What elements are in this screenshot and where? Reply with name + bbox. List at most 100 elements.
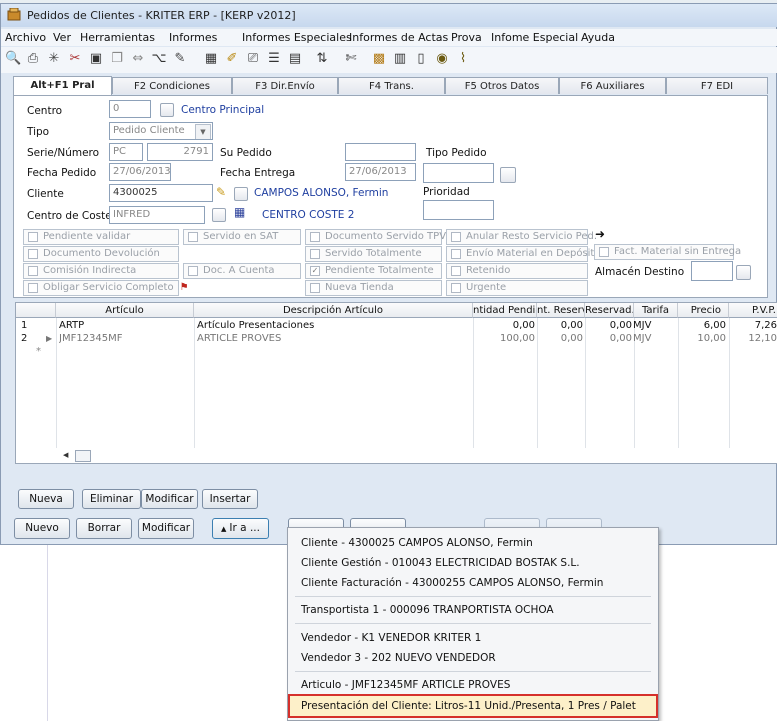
cell-descripcion[interactable]: ARTICLE PROVES: [197, 332, 467, 345]
menu-infome-especial[interactable]: Infome Especial: [491, 31, 578, 44]
checkbox-nueva-tienda[interactable]: Nueva Tienda: [305, 280, 442, 296]
cliente-lookup-button[interactable]: [234, 187, 248, 201]
popup-item-vendedor[interactable]: Vendedor - K1 VENEDOR KRITER 1: [301, 632, 481, 644]
checkbox-box[interactable]: [310, 249, 320, 259]
checkbox-pendiente-validar[interactable]: Pendiente validar: [23, 229, 179, 245]
cell-reserva[interactable]: 0,00: [537, 319, 583, 332]
table-row[interactable]: 1 ARTP Artículo Presentaciones 0,00 0,00…: [16, 319, 777, 332]
checkbox-documento-devolucion[interactable]: Documento Devolución: [23, 246, 179, 262]
copy-icon[interactable]: ❐: [109, 51, 125, 67]
modificar-button[interactable]: Modificar: [138, 518, 194, 539]
prioridad-field[interactable]: [423, 200, 494, 220]
popup-item-cliente[interactable]: Cliente - 4300025 CAMPOS ALONSO, Fermin: [301, 537, 533, 549]
grid-header-pvp[interactable]: P.V.P.: [729, 303, 777, 318]
checkbox-retenido[interactable]: Retenido: [446, 263, 588, 279]
checkbox-obligar-servicio[interactable]: Obligar Servicio Completo ⚑: [23, 280, 189, 296]
popup-item-articulo[interactable]: Articulo - JMF12345MF ARTICLE PROVES: [301, 679, 510, 691]
centro-lookup-button[interactable]: [160, 103, 174, 117]
checkbox-box[interactable]: [599, 247, 609, 257]
cell-pvp[interactable]: 7,26: [729, 319, 777, 332]
checkbox-box[interactable]: [451, 266, 461, 276]
tab-pral[interactable]: Alt+F1 Pral: [13, 76, 112, 95]
centro-link[interactable]: Centro Principal: [181, 104, 264, 116]
checkbox-box[interactable]: [310, 232, 320, 242]
checkbox-box[interactable]: [28, 249, 38, 259]
checkbox-pendiente-totalmente[interactable]: ✓ Pendiente Totalmente: [305, 263, 442, 279]
menu-ayuda[interactable]: Ayuda: [581, 31, 615, 44]
serie-field[interactable]: PC: [109, 143, 143, 161]
menu-herramientas[interactable]: Herramientas: [80, 31, 155, 44]
sort-icon[interactable]: ⇅: [314, 51, 330, 67]
pencil-icon[interactable]: ✎: [216, 185, 226, 199]
checkbox-box[interactable]: [451, 283, 461, 293]
cell-cantidad[interactable]: 0,00: [473, 319, 535, 332]
grid-header-cantidad[interactable]: ntidad Pendie: [473, 303, 537, 318]
grid-header-reservad[interactable]: Reservad.: [585, 303, 634, 318]
tipopedido-lookup-button[interactable]: [500, 167, 516, 183]
menu-informes[interactable]: Informes: [169, 31, 217, 44]
cell-reservad[interactable]: 0,00: [585, 332, 632, 345]
centro-field[interactable]: 0: [109, 100, 151, 118]
checkbox-box[interactable]: [28, 266, 38, 276]
checkbox-box[interactable]: [310, 283, 320, 293]
cliente-field[interactable]: 4300025: [109, 184, 213, 202]
menu-informes-especiales[interactable]: Informes Especiales: [242, 31, 352, 44]
cell-descripcion[interactable]: Artículo Presentaciones: [197, 319, 467, 332]
cell-reserva[interactable]: 0,00: [537, 332, 583, 345]
supedido-field[interactable]: [345, 143, 416, 161]
grid-header-articulo[interactable]: Artículo: [56, 303, 194, 318]
report-icon[interactable]: ▤: [287, 51, 303, 67]
app-icon[interactable]: ▩: [371, 51, 387, 67]
table-row[interactable]: 2 ▶ JMF12345MF ARTICLE PROVES 100,00 0,0…: [16, 332, 777, 345]
tools-icon[interactable]: ✂: [67, 51, 83, 67]
cell-pvp[interactable]: 12,10: [729, 332, 777, 345]
cell-tarifa[interactable]: MJV: [633, 319, 677, 332]
printer-icon[interactable]: ⎚: [245, 51, 261, 67]
checkbox-box[interactable]: [451, 249, 461, 259]
attach-icon[interactable]: ⌇: [455, 51, 471, 67]
checkbox-servido-totalmente[interactable]: Servido Totalmente: [305, 246, 442, 262]
coins-icon[interactable]: ◉: [434, 51, 450, 67]
checkbox-box[interactable]: [188, 266, 198, 276]
coste-lookup-button[interactable]: [212, 208, 226, 222]
checkbox-box[interactable]: [188, 232, 198, 242]
menu-ver[interactable]: Ver: [53, 31, 71, 44]
new-row-marker[interactable]: *: [36, 345, 50, 358]
checkbox-comision-indirecta[interactable]: Comisión Indirecta: [23, 263, 179, 279]
eliminar-line-button[interactable]: Eliminar: [82, 489, 141, 509]
popup-item-cliente-facturacion[interactable]: Cliente Facturación - 43000255 CAMPOS AL…: [301, 577, 603, 589]
checkbox-box[interactable]: [28, 232, 38, 242]
grid-header-reserva[interactable]: nt. Reserva: [537, 303, 585, 318]
tipopedido-field[interactable]: [423, 163, 494, 183]
grid-header-tarifa[interactable]: Tarifa: [634, 303, 678, 318]
insertar-line-button[interactable]: Insertar: [202, 489, 258, 509]
popup-item-cliente-gestion[interactable]: Cliente Gestión - 010043 ELECTRICIDAD BO…: [301, 557, 580, 569]
tab-condiciones[interactable]: F2 Condiciones: [112, 77, 232, 94]
checkbox-servido-sat[interactable]: Servido en SAT: [183, 229, 301, 245]
grid-icon[interactable]: ▦: [203, 51, 219, 67]
cell-precio[interactable]: 6,00: [678, 319, 726, 332]
cell-precio[interactable]: 10,00: [678, 332, 726, 345]
popup-item-vendedor3[interactable]: Vendedor 3 - 202 NUEVO VENDEDOR: [301, 652, 496, 664]
cell-articulo[interactable]: ARTP: [59, 319, 189, 332]
cell-reservad[interactable]: 0,00: [585, 319, 632, 332]
chevron-down-icon[interactable]: ▼: [195, 124, 211, 139]
checkbox-envio-material[interactable]: Envío Material en Depósito: [446, 246, 600, 262]
page-icon[interactable]: ▥: [392, 51, 408, 67]
coste-link[interactable]: CENTRO COSTE 2: [262, 209, 354, 221]
cut-icon[interactable]: ✄: [343, 51, 359, 67]
ir-a-button[interactable]: ▲ Ir a ...: [212, 518, 269, 539]
calendar-icon[interactable]: ▦: [234, 205, 245, 219]
menu-prova[interactable]: Prova: [451, 31, 482, 44]
document-icon[interactable]: ▯: [413, 51, 429, 67]
almacen-lookup-button[interactable]: [736, 265, 751, 280]
arrow-right-icon[interactable]: ➜: [595, 227, 605, 241]
tab-otros-datos[interactable]: F5 Otros Datos: [445, 77, 559, 94]
list-icon[interactable]: ☰: [266, 51, 282, 67]
tab-dir-envio[interactable]: F3 Dir.Envío: [232, 77, 338, 94]
print-icon[interactable]: ⎙: [25, 51, 41, 67]
checkbox-fact-material[interactable]: Fact. Material sin Entrega: [594, 244, 741, 260]
horizontal-scrollbar[interactable]: ◀: [61, 450, 97, 462]
popup-item-transportista[interactable]: Transportista 1 - 000096 TRANPORTISTA OC…: [301, 604, 554, 616]
save-icon[interactable]: ▣: [88, 51, 104, 67]
